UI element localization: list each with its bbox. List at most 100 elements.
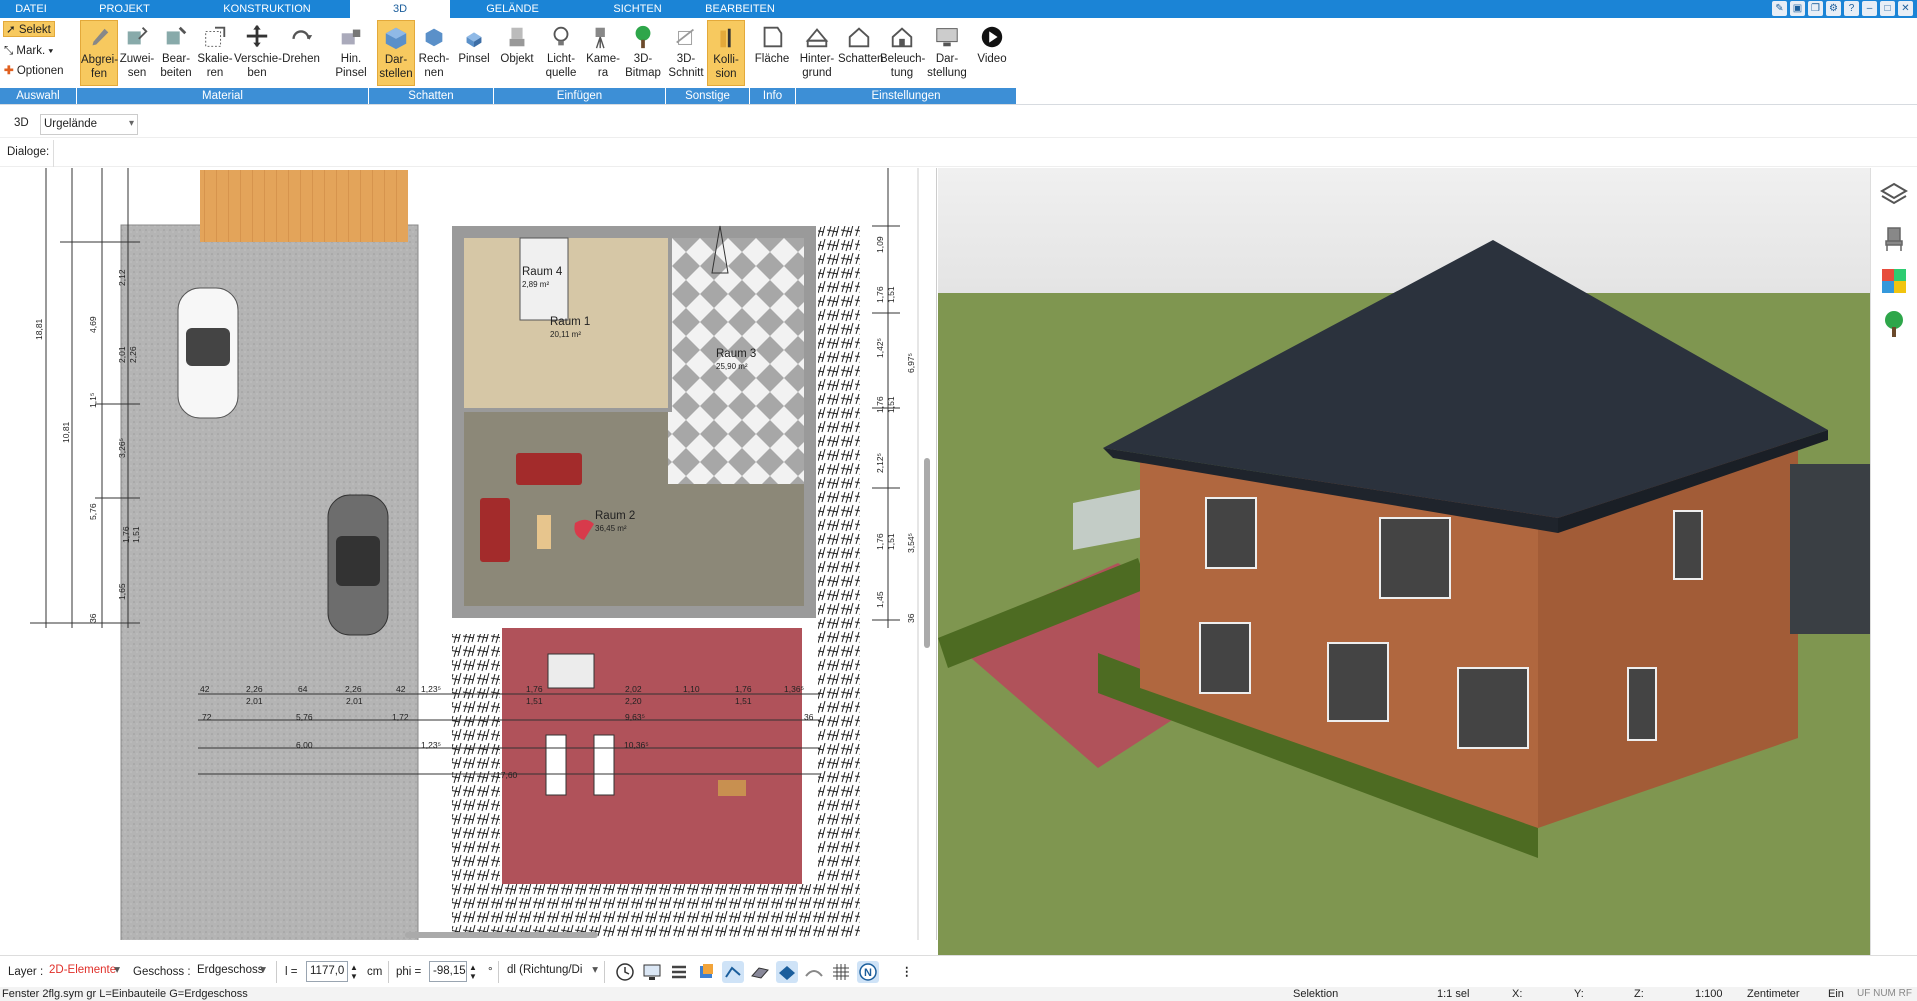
select-button[interactable]: ➚ Selekt — [3, 21, 55, 37]
ribbon-button-lighting[interactable]: Beleuch-tung — [880, 20, 926, 86]
layers-stack-icon[interactable] — [668, 961, 690, 983]
ribbon-button-object[interactable]: Objekt — [497, 20, 537, 86]
tab-konstruktion[interactable]: KONSTRUKTION — [187, 0, 347, 18]
tab-gelaende[interactable]: GELÄNDE — [450, 0, 575, 18]
clock-icon[interactable] — [614, 961, 636, 983]
help-icon[interactable]: ? — [1844, 1, 1859, 16]
ribbon-button-light-bulb[interactable]: Licht-quelle — [540, 20, 582, 86]
ribbon-button-label: Beleuch- — [880, 53, 926, 65]
ribbon-button-camera[interactable]: Kame-ra — [584, 20, 622, 86]
length-input[interactable]: 1177,0 — [306, 961, 348, 982]
ribbon-button-background-brush[interactable]: Hin. Pinsel — [331, 20, 371, 86]
ribbon-button-shadow-display[interactable]: Dar-stellen — [377, 20, 415, 86]
close-icon[interactable]: ✕ — [1898, 1, 1913, 16]
3d-canvas[interactable] — [938, 168, 1870, 955]
ribbon-button-move[interactable]: Verschie-ben — [234, 20, 282, 86]
direction-value: dl (Richtung/Di — [507, 964, 583, 976]
ribbon-button-brush[interactable]: Pinsel — [454, 20, 494, 86]
tree-icon[interactable] — [1879, 309, 1909, 339]
more-options-icon[interactable]: ⋮ — [901, 963, 913, 981]
furniture-chair-icon[interactable] — [1879, 223, 1909, 253]
room-name: Raum 1 — [550, 316, 591, 328]
ribbon-button-collision[interactable]: Kolli-sion — [707, 20, 745, 86]
ribbon-button-video-play[interactable]: Video — [972, 20, 1012, 86]
floor-plan-view[interactable]: Raum 4 2,89 m² Raum 1 20,11 m² Raum 3 25,90… — [0, 168, 937, 940]
ribbon-button-label: Hinter- — [799, 53, 835, 65]
phi-value: -98,15 — [433, 965, 466, 977]
cascade-icon[interactable]: ❐ — [1808, 1, 1823, 16]
screen-icon[interactable] — [641, 961, 663, 983]
floor-plane-icon[interactable] — [776, 961, 798, 983]
phi-stepper[interactable]: ▲ ▼ — [469, 963, 477, 981]
ribbon-button-eyedropper[interactable]: Abgrei-fen — [80, 20, 118, 86]
settings-icon[interactable]: ⚙ — [1826, 1, 1841, 16]
ribbon-button-scale[interactable]: Skalie-ren — [196, 20, 234, 86]
ribbon-button-shadow-house[interactable]: Schatten — [838, 20, 883, 86]
tab-datei[interactable]: DATEI — [0, 0, 62, 18]
window — [1199, 622, 1251, 694]
geschoss-dropdown[interactable]: Erdgeschoss ▾ — [194, 961, 268, 982]
svg-text:N: N — [864, 967, 872, 979]
tab-bearbeiten[interactable]: BEARBEITEN — [680, 0, 800, 18]
ribbon-button-label: Bitmap — [625, 67, 661, 79]
maximize-icon[interactable]: □ — [1880, 1, 1895, 16]
area-icon — [763, 26, 783, 48]
plan-horizontal-scrollbar[interactable] — [405, 932, 598, 938]
terrain-dropdown[interactable]: Urgelände ▾ — [40, 114, 138, 135]
car-grey — [327, 494, 389, 636]
phi-input[interactable]: -98,15 — [429, 961, 467, 982]
restore-windows-icon[interactable]: ▣ — [1790, 1, 1805, 16]
length-stepper[interactable]: ▲ ▼ — [350, 963, 358, 981]
ribbon-button-section-cut[interactable]: 3D- Schnitt — [666, 20, 706, 86]
mark-button[interactable]: ⤡ Mark. ▾ — [4, 43, 53, 59]
ribbon-button-shadow-calculate[interactable]: Rech-nen — [415, 20, 453, 86]
minimize-icon[interactable]: – — [1862, 1, 1877, 16]
ribbon-button-tree-bitmap[interactable]: 3D- Bitmap — [622, 20, 664, 86]
layer-dropdown[interactable]: 2D-Elemente ▾ — [46, 961, 122, 982]
ribbon-button-label: ra — [597, 67, 609, 79]
ribbon-button-label: Pinsel — [458, 53, 490, 65]
dialog-label: Dialoge: — [7, 146, 50, 158]
room-label: Raum 3 25,90 m² — [716, 348, 756, 372]
dimension-label: 42 — [396, 684, 406, 694]
ribbon-button-assign-material[interactable]: Zuwei-sen — [118, 20, 156, 86]
tab-projekt[interactable]: PROJEKT — [62, 0, 187, 18]
ribbon-button-edit-material[interactable]: Bear-beiten — [157, 20, 195, 86]
divider — [53, 140, 54, 167]
dimension-label: 1,1⁵ — [88, 392, 98, 408]
ribbon-button-rotate[interactable]: Drehen — [281, 20, 321, 86]
materials-palette-icon[interactable] — [1879, 266, 1909, 296]
tab-3d[interactable]: 3D — [350, 0, 450, 18]
rotate-icon — [292, 30, 313, 40]
divider — [276, 961, 277, 983]
terrain-icon[interactable] — [803, 961, 825, 983]
mark-icon: ⤡ — [4, 45, 14, 57]
direction-dropdown[interactable]: dl (Richtung/Di ▾ — [504, 961, 600, 982]
plan-vertical-scrollbar[interactable] — [924, 458, 930, 648]
dimension-label: 1,76 — [875, 533, 885, 550]
wall-hatch-icon[interactable] — [749, 961, 771, 983]
ribbon-button-background[interactable]: Hinter-grund — [796, 20, 838, 86]
grid-icon[interactable] — [830, 961, 852, 983]
ribbon-button-area[interactable]: Fläche — [752, 20, 792, 86]
ribbon-button-label: Fläche — [754, 53, 790, 65]
status-z: Z: — [1634, 988, 1644, 1000]
layers-icon[interactable] — [1879, 180, 1909, 210]
ribbon-button-display-monitor[interactable]: Dar-stellung — [923, 20, 971, 86]
plus-icon: ✚ — [4, 65, 14, 77]
dimension-label: 1,45 — [875, 591, 885, 608]
north-icon[interactable]: N — [857, 961, 879, 983]
ribbon-button-label: Objekt — [500, 53, 534, 65]
snap-icon[interactable] — [722, 961, 744, 983]
ribbon-button-label: Abgrei- — [81, 54, 119, 66]
terrain-dropdown-value: Urgelände — [44, 118, 98, 130]
select-label: Selekt — [18, 24, 51, 36]
tools-icon[interactable]: ✎ — [1772, 1, 1787, 16]
edit-material-icon — [166, 26, 187, 45]
shadow-house-icon — [848, 27, 870, 48]
cube-icon[interactable] — [695, 961, 717, 983]
options-button[interactable]: ✚ Optionen — [4, 63, 64, 79]
ribbon-button-label: Kolli- — [713, 54, 739, 66]
3d-view[interactable] — [938, 168, 1870, 955]
floor-plan-canvas[interactable] — [0, 168, 937, 940]
